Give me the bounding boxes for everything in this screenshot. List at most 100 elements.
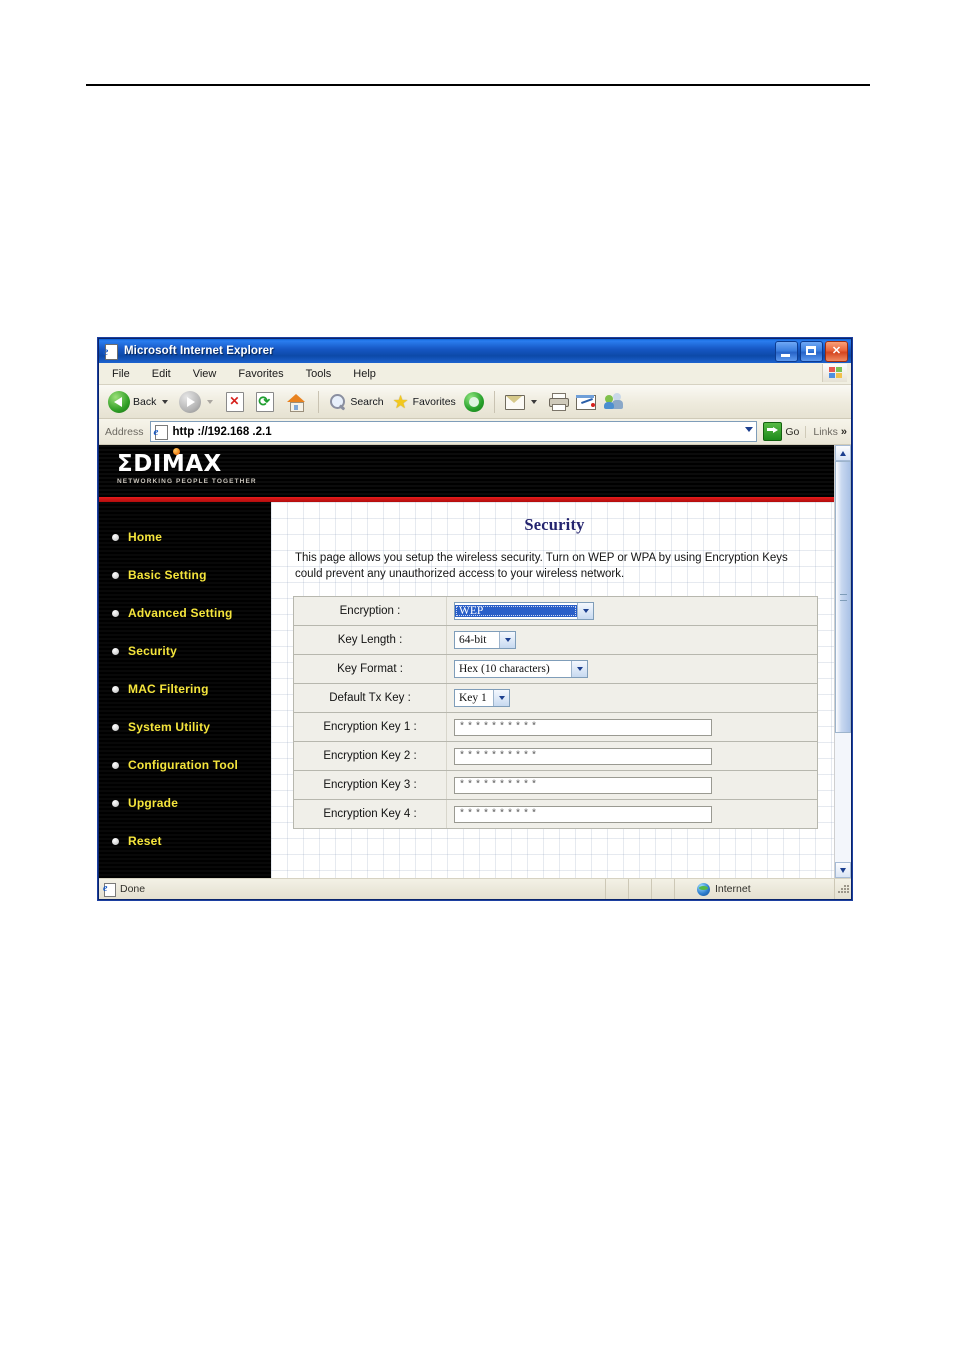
menu-item-help[interactable]: Help	[350, 367, 379, 381]
print-button[interactable]	[545, 392, 571, 411]
bullet-icon	[112, 609, 119, 617]
chevron-down-icon[interactable]	[493, 690, 509, 706]
table-row: Encryption : WEP	[294, 597, 817, 626]
forward-dropdown-caret-icon[interactable]	[207, 399, 214, 404]
table-row: Encryption Key 2 : **********	[294, 742, 817, 771]
bullet-icon	[112, 571, 119, 579]
stop-icon	[226, 391, 245, 412]
table-row: Default Tx Key : Key 1	[294, 684, 817, 713]
encryption-key-2-input[interactable]: **********	[454, 747, 712, 765]
sidebar-item-label: Upgrade	[128, 796, 179, 810]
page-body: Home Basic Setting Advanced Setting Secu…	[99, 502, 834, 878]
encryption-key-3-input[interactable]: **********	[454, 776, 712, 794]
chevron-down-icon[interactable]	[499, 632, 515, 648]
address-dropdown-caret-icon[interactable]	[745, 427, 754, 432]
sidebar-nav: Home Basic Setting Advanced Setting Secu…	[99, 502, 271, 878]
vertical-scrollbar[interactable]	[834, 445, 851, 878]
sidebar-item-mac-filtering[interactable]: MAC Filtering	[99, 670, 271, 708]
forward-button[interactable]	[176, 390, 219, 414]
menu-item-view[interactable]: View	[190, 367, 220, 381]
sidebar-item-label: Basic Setting	[128, 568, 207, 582]
bullet-icon	[112, 533, 119, 541]
sidebar-item-system-utility[interactable]: System Utility	[99, 708, 271, 746]
favorites-button[interactable]: ★ Favorites	[389, 392, 459, 412]
sidebar-item-advanced-setting[interactable]: Advanced Setting	[99, 594, 271, 632]
bullet-icon	[112, 723, 119, 731]
chevron-down-icon[interactable]	[571, 661, 587, 677]
sidebar-item-security[interactable]: Security	[99, 632, 271, 670]
sidebar-item-reset[interactable]: Reset	[99, 822, 271, 860]
browser-toolbar: Back Search ★ Favorites	[99, 385, 851, 419]
browser-window: e Microsoft Internet Explorer ✕ File Edi…	[98, 338, 852, 900]
favorites-button-label: Favorites	[412, 395, 456, 408]
sidebar-item-label: MAC Filtering	[128, 682, 209, 696]
scrollbar-thumb[interactable]	[835, 461, 851, 733]
messenger-button[interactable]	[601, 392, 627, 411]
minimize-button[interactable]	[775, 341, 798, 362]
default-tx-key-select[interactable]: Key 1	[454, 689, 510, 707]
row-label: Encryption Key 1 :	[294, 713, 447, 741]
encryption-key-1-input[interactable]: **********	[454, 718, 712, 736]
bullet-icon	[112, 837, 119, 845]
main-content: Security This page allows you setup the …	[271, 502, 834, 878]
row-label: Key Length :	[294, 626, 447, 654]
sidebar-item-label: Home	[128, 530, 163, 544]
maximize-button[interactable]	[800, 341, 823, 362]
menu-item-edit[interactable]: Edit	[149, 367, 174, 381]
search-button[interactable]: Search	[326, 392, 386, 412]
edit-icon	[575, 394, 596, 410]
page-title: Security	[524, 515, 585, 534]
mail-button[interactable]	[502, 393, 543, 411]
media-button[interactable]	[461, 391, 487, 413]
forward-arrow-icon	[179, 390, 202, 413]
bullet-icon	[112, 685, 119, 693]
menu-item-file[interactable]: File	[109, 367, 133, 381]
sidebar-item-upgrade[interactable]: Upgrade	[99, 784, 271, 822]
row-label: Default Tx Key :	[294, 684, 447, 712]
back-dropdown-caret-icon[interactable]	[162, 399, 169, 404]
row-label: Encryption Key 4 :	[294, 800, 447, 828]
go-button[interactable]: Go	[763, 422, 799, 441]
back-button[interactable]: Back	[105, 390, 174, 414]
security-zone-label: Internet	[715, 883, 751, 895]
menu-bar: File Edit View Favorites Tools Help	[99, 363, 851, 385]
security-zone-area[interactable]: Internet	[675, 879, 835, 899]
globe-icon	[697, 882, 710, 896]
key-format-select-value: Hex (10 characters)	[459, 663, 550, 675]
star-icon: ★	[392, 391, 409, 412]
status-text: Done	[120, 883, 146, 895]
scroll-up-button[interactable]	[835, 445, 851, 461]
encryption-select[interactable]: WEP	[454, 602, 594, 620]
close-button[interactable]: ✕	[825, 341, 848, 362]
key-length-select[interactable]: 64-bit	[454, 631, 516, 649]
windows-flag-icon	[822, 364, 847, 382]
window-controls: ✕	[775, 341, 848, 362]
key-format-select[interactable]: Hex (10 characters)	[454, 660, 588, 678]
sidebar-item-home[interactable]: Home	[99, 518, 271, 556]
sidebar-item-basic-setting[interactable]: Basic Setting	[99, 556, 271, 594]
status-message-area: e Done	[99, 879, 606, 899]
menu-item-tools[interactable]: Tools	[303, 367, 335, 381]
stop-button[interactable]	[221, 391, 249, 413]
links-bar[interactable]: Links »	[805, 425, 851, 438]
resize-grip[interactable]	[835, 879, 851, 899]
menu-item-favorites[interactable]: Favorites	[235, 367, 286, 381]
key-length-select-value: 64-bit	[459, 634, 487, 646]
toolbar-separator-2	[493, 390, 495, 413]
encryption-select-value: WEP	[455, 605, 577, 617]
refresh-button[interactable]	[251, 391, 279, 413]
chevron-double-right-icon[interactable]: »	[841, 426, 847, 437]
edimax-tagline: NETWORKING PEOPLE TOGETHER	[117, 478, 257, 485]
sidebar-item-configuration-tool[interactable]: Configuration Tool	[99, 746, 271, 784]
page-content: ΣDIMAX NETWORKING PEOPLE TOGETHER Home B…	[99, 445, 834, 878]
address-input[interactable]: e http ://192.168 .2.1	[149, 421, 758, 442]
encryption-key-4-input[interactable]: **********	[454, 805, 712, 823]
scrollbar-track[interactable]	[835, 461, 851, 862]
status-segment-1	[606, 879, 629, 899]
home-button[interactable]	[281, 392, 311, 412]
chevron-down-icon[interactable]	[577, 603, 593, 619]
scroll-down-button[interactable]	[835, 862, 851, 878]
edit-button[interactable]	[573, 393, 599, 411]
security-settings-table: Encryption : WEP Key Length : 64-bit Key…	[293, 596, 818, 829]
mail-dropdown-caret-icon[interactable]	[530, 399, 537, 404]
